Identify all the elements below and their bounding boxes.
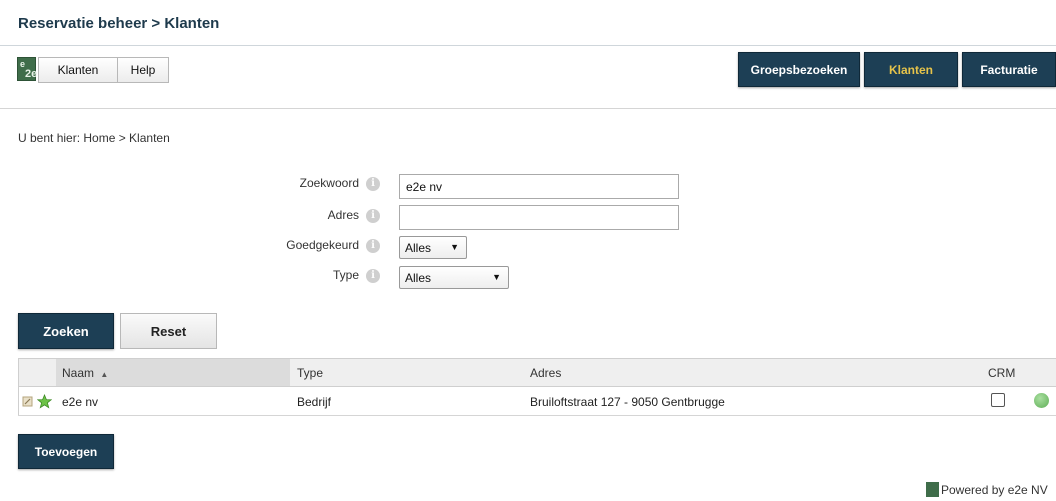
adres-input[interactable] xyxy=(399,205,679,230)
info-icon[interactable]: i xyxy=(366,177,380,191)
column-header-type[interactable]: Type xyxy=(297,366,323,380)
adres-label: Adres xyxy=(327,208,359,222)
e2e-logo-icon xyxy=(926,482,939,497)
zoekwoord-label: Zoekwoord xyxy=(299,176,359,190)
type-label: Type xyxy=(332,268,359,282)
column-header-crm[interactable]: CRM xyxy=(988,366,1015,380)
menu-help[interactable]: Help xyxy=(117,57,169,83)
page-title: Reservatie beheer > Klanten xyxy=(18,15,220,32)
info-icon[interactable]: i xyxy=(366,209,380,223)
column-header-naam[interactable]: Naam ▲ xyxy=(62,366,108,380)
e2e-logo-icon: e 2e xyxy=(17,57,38,81)
goedgekeurd-label: Goedgekeurd xyxy=(286,238,359,252)
zoekwoord-input[interactable] xyxy=(399,174,679,199)
toevoegen-button[interactable]: Toevoegen xyxy=(18,434,114,469)
sort-ascending-icon: ▲ xyxy=(100,370,109,379)
chevron-down-icon: ▼ xyxy=(492,272,501,282)
nav-groepsbezoeken-button[interactable]: Groepsbezoeken xyxy=(738,52,860,87)
type-selected: Alles xyxy=(405,270,432,285)
cell-naam: e2e nv xyxy=(62,395,99,409)
type-select[interactable]: Alles ▼ xyxy=(399,266,509,289)
footer-powered-by: Powered by e2e NV xyxy=(941,483,1048,497)
nav-klanten-button[interactable]: Klanten xyxy=(864,52,958,87)
zoeken-button[interactable]: Zoeken xyxy=(18,313,114,349)
nav-facturatie-button[interactable]: Facturatie xyxy=(962,52,1056,87)
column-header-adres[interactable]: Adres xyxy=(530,366,561,380)
goedgekeurd-selected: Alles xyxy=(405,240,432,255)
go-arrow-icon[interactable] xyxy=(1034,393,1049,408)
star-icon[interactable] xyxy=(37,394,52,409)
edit-icon[interactable] xyxy=(22,396,33,407)
cell-adres: Bruiloftstraat 127 - 9050 Gentbrugge xyxy=(530,395,725,409)
column-header-naam-label: Naam xyxy=(62,366,95,380)
chevron-down-icon: ▼ xyxy=(450,242,459,252)
logo-text-bottom: 2e xyxy=(25,68,38,80)
cell-type: Bedrijf xyxy=(297,395,332,409)
divider xyxy=(0,108,1056,109)
reset-button[interactable]: Reset xyxy=(120,313,217,349)
breadcrumb: U bent hier: Home > Klanten xyxy=(18,131,170,145)
crm-checkbox[interactable] xyxy=(991,393,1005,407)
info-icon[interactable]: i xyxy=(366,239,380,253)
menu-klanten[interactable]: Klanten xyxy=(38,57,118,83)
goedgekeurd-select[interactable]: Alles ▼ xyxy=(399,236,467,259)
info-icon[interactable]: i xyxy=(366,269,380,283)
